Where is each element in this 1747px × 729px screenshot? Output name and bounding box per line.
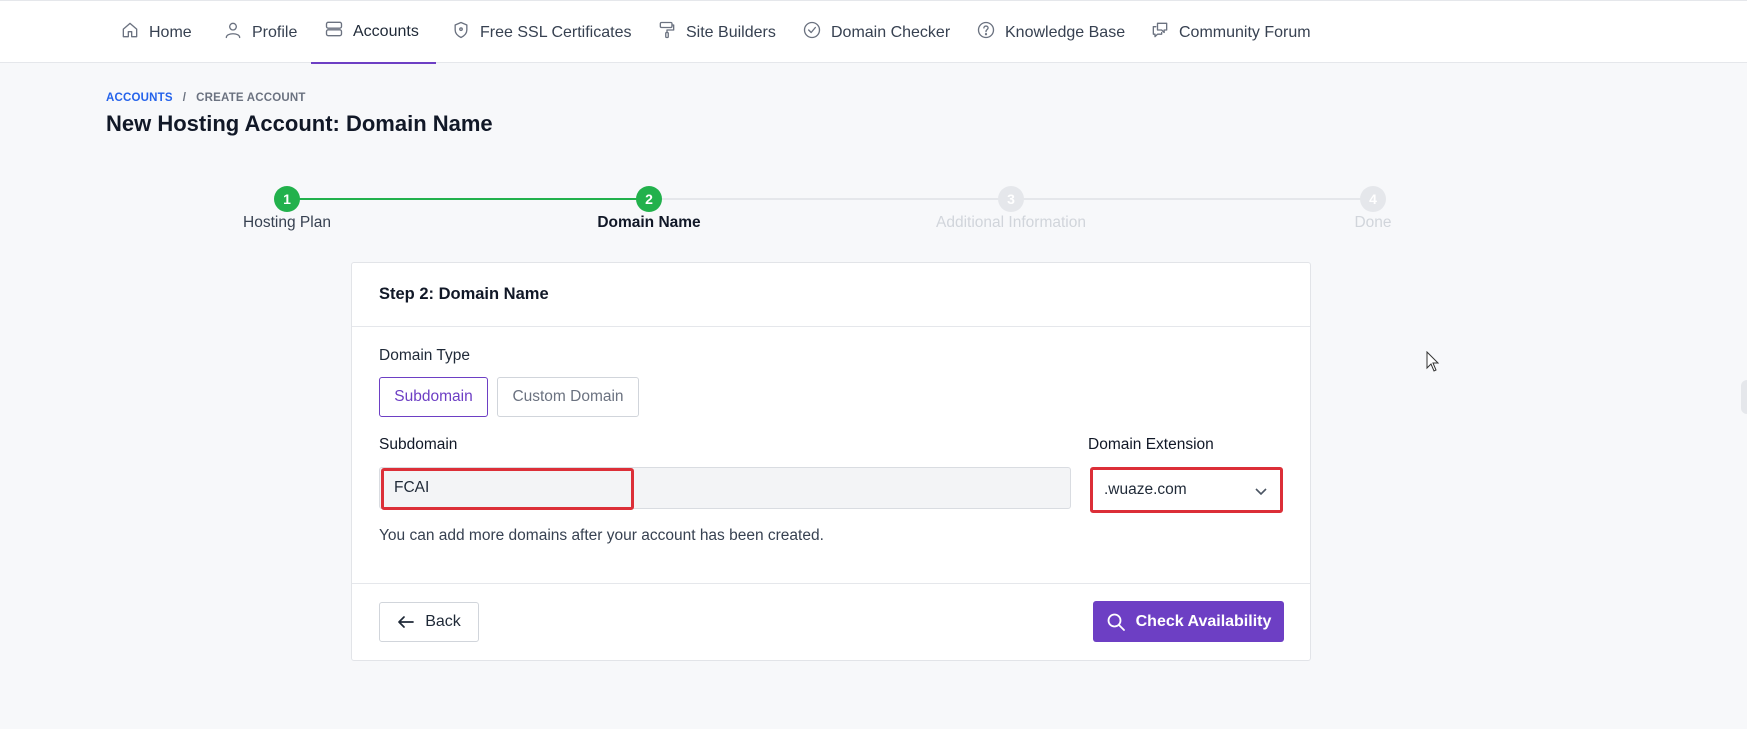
nav-item-label: Domain Checker xyxy=(831,23,951,41)
nav-item-label: Site Builders xyxy=(686,23,776,41)
nav-item-label: Accounts xyxy=(353,22,419,40)
nav-item-label: Community Forum xyxy=(1179,23,1311,41)
custom-domain-option-button[interactable]: Custom Domain xyxy=(497,377,639,417)
nav-item-label: Home xyxy=(149,23,192,41)
help-circle-icon xyxy=(976,20,996,45)
back-button-label: Back xyxy=(425,613,461,630)
domain-extension-label: Domain Extension xyxy=(1088,436,1214,453)
subdomain-label: Subdomain xyxy=(379,436,458,453)
breadcrumb-current: CREATE ACCOUNT xyxy=(196,92,306,104)
top-navigation: Home Profile Accounts Free SSL Certifica… xyxy=(0,0,1747,64)
step-4-circle: 4 xyxy=(1360,186,1386,212)
paint-roller-icon xyxy=(657,20,677,45)
nav-item-profile[interactable]: Profile xyxy=(210,1,310,64)
nav-item-community-forum[interactable]: Community Forum xyxy=(1137,1,1324,64)
check-availability-button[interactable]: Check Availability xyxy=(1093,601,1284,642)
nav-item-label: Knowledge Base xyxy=(1005,23,1126,41)
card-title: Step 2: Domain Name xyxy=(379,285,549,303)
nav-item-label: Profile xyxy=(252,23,298,41)
domain-name-card: Step 2: Domain Name Domain Type Subdomai… xyxy=(351,262,1311,661)
home-icon xyxy=(120,20,140,45)
step-1-label: Hosting Plan xyxy=(243,214,331,231)
nav-item-ssl[interactable]: Free SSL Certificates xyxy=(438,1,644,64)
nav-item-label: Free SSL Certificates xyxy=(480,23,632,41)
server-icon xyxy=(324,19,344,44)
arrow-left-icon xyxy=(398,616,415,628)
breadcrumb: ACCOUNTS / CREATE ACCOUNT xyxy=(106,92,306,104)
help-text: You can add more domains after your acco… xyxy=(379,527,824,544)
side-panel-tab[interactable] xyxy=(1741,380,1747,414)
subdomain-option-button[interactable]: Subdomain xyxy=(379,377,488,417)
breadcrumb-accounts-link[interactable]: ACCOUNTS xyxy=(106,92,173,104)
check-availability-label: Check Availability xyxy=(1135,612,1272,630)
shield-icon xyxy=(451,20,471,45)
step-3-circle: 3 xyxy=(998,186,1024,212)
breadcrumb-separator: / xyxy=(182,92,187,104)
domain-type-label: Domain Type xyxy=(379,347,471,364)
step-3-label: Additional Information xyxy=(936,214,1086,231)
chat-icon xyxy=(1150,20,1170,45)
stepper-line-complete xyxy=(287,198,649,200)
page-title: New Hosting Account: Domain Name xyxy=(106,111,493,136)
step-2-label: Domain Name xyxy=(597,214,701,231)
user-icon xyxy=(223,20,243,45)
card-header: Step 2: Domain Name xyxy=(352,263,1310,327)
mouse-cursor-icon xyxy=(1426,351,1440,372)
step-1-circle: 1 xyxy=(274,186,300,212)
check-circle-icon xyxy=(802,20,822,45)
back-button[interactable]: Back xyxy=(379,602,479,642)
subdomain-input-value: FCAI xyxy=(394,479,430,496)
nav-item-accounts[interactable]: Accounts xyxy=(311,1,436,64)
domain-extension-value: .wuaze.com xyxy=(1104,481,1187,498)
chevron-down-icon xyxy=(1255,488,1267,496)
step-2-circle: 2 xyxy=(636,186,662,212)
nav-item-home[interactable]: Home xyxy=(107,1,205,64)
step-4-label: Done xyxy=(1354,214,1392,231)
subdomain-input[interactable]: FCAI xyxy=(379,467,1071,510)
nav-item-knowledge-base[interactable]: Knowledge Base xyxy=(963,1,1138,64)
domain-extension-select[interactable]: .wuaze.com xyxy=(1090,467,1283,513)
nav-item-site-builders[interactable]: Site Builders xyxy=(644,1,789,64)
search-icon xyxy=(1107,613,1125,631)
nav-item-domain-checker[interactable]: Domain Checker xyxy=(789,1,963,64)
